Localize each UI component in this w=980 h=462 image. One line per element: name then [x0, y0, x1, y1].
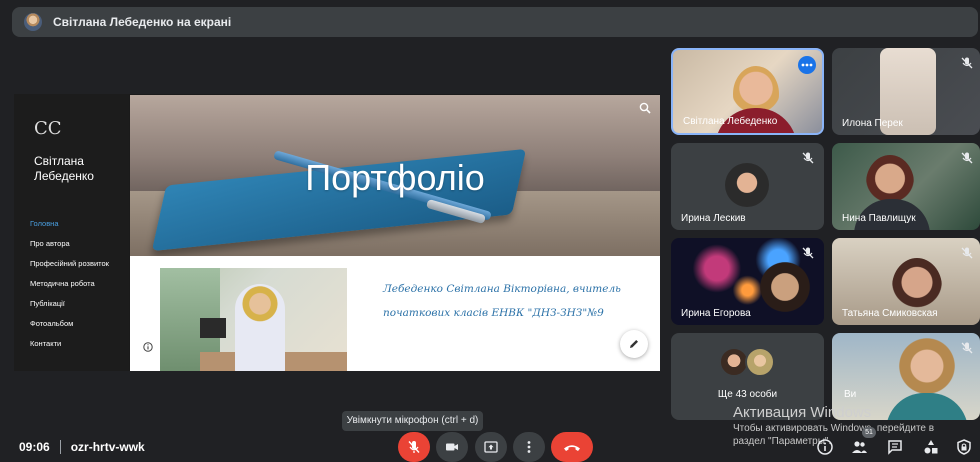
mic-off-icon — [961, 152, 973, 164]
presenter-bar-title: Світлана Лебеденко на екрані — [53, 15, 232, 29]
edit-button[interactable] — [620, 330, 648, 358]
mic-off-icon — [961, 57, 973, 69]
camera-icon — [446, 443, 458, 451]
participant-name: Ви — [844, 389, 857, 400]
presenter-avatar — [24, 13, 42, 31]
activities-icon[interactable] — [922, 438, 940, 456]
meeting-info: 09:06 ozr-hrtv-wwk — [19, 440, 145, 454]
site-nav-list: Головна Про автора Професійний розвиток … — [30, 219, 109, 359]
mic-off-icon — [408, 441, 420, 453]
activation-line-1: Чтобы активировать Windows, перейдите в — [733, 423, 935, 434]
participant-tile[interactable]: Світлана Лебеденко — [671, 48, 824, 135]
mic-off-icon — [961, 342, 973, 354]
participant-tile[interactable]: Татьяна Смиковская — [832, 238, 980, 325]
mic-off-icon — [802, 247, 814, 259]
more-dots-icon — [801, 63, 813, 67]
participant-video — [759, 260, 811, 320]
pencil-icon — [630, 340, 638, 348]
participant-name: Татьяна Смиковская — [842, 308, 938, 319]
participant-tile[interactable]: Ирина Егорова — [671, 238, 824, 325]
teacher-bio: Лебеденко Світлана Вікторівна, вчитель п… — [383, 283, 621, 319]
search-icon[interactable] — [638, 101, 652, 115]
participants-count-badge: 51 — [862, 427, 876, 438]
present-screen-button[interactable] — [475, 432, 507, 462]
participant-avatar — [725, 163, 769, 207]
info-icon[interactable] — [816, 438, 834, 456]
mic-off-icon — [802, 152, 814, 164]
site-sidebar: CC Світлана Лебеденко Головна Про автора… — [14, 94, 129, 371]
participant-name: Ирина Лескив — [681, 213, 746, 224]
divider — [59, 440, 61, 454]
presenter-bar: Світлана Лебеденко на екрані — [12, 7, 978, 37]
more-options-button[interactable] — [798, 56, 816, 74]
chat-icon[interactable] — [886, 438, 904, 456]
leave-call-button[interactable] — [551, 432, 593, 462]
site-nav-item-publications[interactable]: Публікації — [30, 299, 109, 319]
present-icon — [484, 441, 498, 453]
mic-off-icon — [961, 247, 973, 259]
more-options-button[interactable] — [513, 432, 545, 462]
hero-banner: Портфоліо — [130, 95, 660, 256]
mic-tooltip: Увімкнути мікрофон (ctrl + d) — [342, 411, 483, 431]
photo-monitor — [200, 318, 226, 338]
site-nav-item-home[interactable]: Головна — [30, 219, 109, 239]
shield-lock-icon[interactable] — [955, 438, 973, 456]
site-logo: CC — [34, 118, 62, 139]
participant-name: Илона Перек — [842, 118, 903, 129]
hang-up-icon — [564, 445, 580, 451]
activation-heading: Активация Windows — [733, 404, 872, 421]
camera-toggle-button[interactable] — [436, 432, 468, 462]
participant-name: Нина Павлищук — [842, 213, 916, 224]
site-nav-item-photos[interactable]: Фотоальбом — [30, 319, 109, 339]
clock: 09:06 — [19, 440, 50, 454]
participant-tile[interactable]: Нина Павлищук — [832, 143, 980, 230]
participant-name: Ирина Егорова — [681, 308, 751, 319]
participant-tile[interactable]: Ирина Лескив — [671, 143, 824, 230]
site-nav-item-development[interactable]: Професійний розвиток — [30, 259, 109, 279]
mic-toggle-button[interactable] — [398, 432, 430, 462]
more-participants-label: Ще 43 особи — [717, 389, 778, 400]
site-nav-item-contacts[interactable]: Контакти — [30, 339, 109, 359]
site-nav-item-methodics[interactable]: Методична робота — [30, 279, 109, 299]
meeting-code[interactable]: ozr-hrtv-wwk — [71, 440, 145, 454]
photo-person — [235, 284, 285, 371]
shared-screen: CC Світлана Лебеденко Головна Про автора… — [14, 94, 660, 371]
teacher-photo — [160, 268, 347, 371]
hero-title: Портфоліо — [305, 157, 485, 198]
people-icon[interactable] — [850, 438, 868, 456]
participant-avatar — [745, 347, 775, 377]
more-vert-icon — [527, 441, 531, 453]
site-nav-item-about[interactable]: Про автора — [30, 239, 109, 259]
participant-tile[interactable]: Илона Перек — [832, 48, 980, 135]
content-section: Лебеденко Світлана Вікторівна, вчитель п… — [130, 256, 660, 371]
participant-name: Світлана Лебеденко — [683, 116, 778, 127]
site-name: Світлана Лебеденко — [34, 154, 94, 183]
info-icon[interactable] — [143, 342, 153, 352]
